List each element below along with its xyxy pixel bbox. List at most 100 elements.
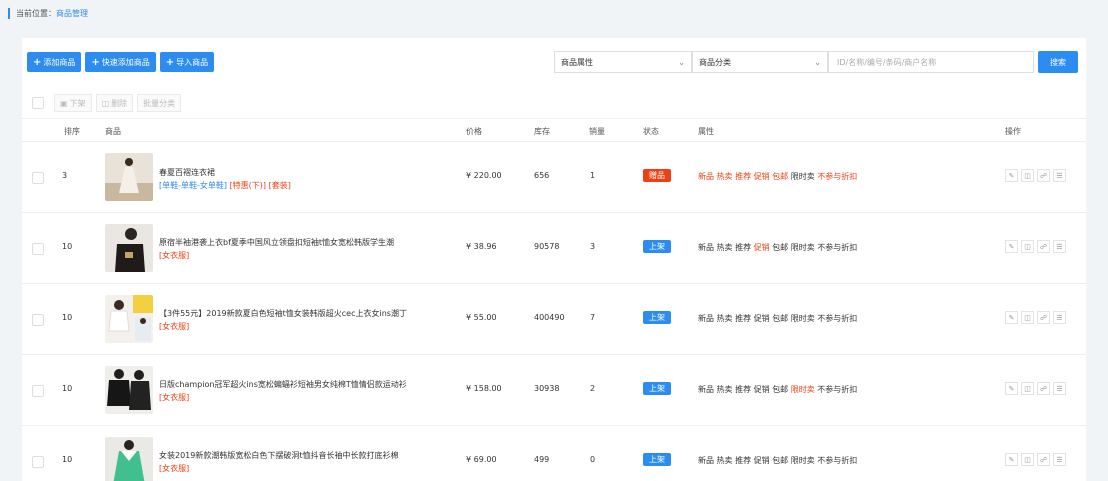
attr-flag[interactable]: 热卖 (717, 456, 733, 465)
sort-value[interactable]: 10 (62, 384, 72, 393)
trash-icon[interactable]: ◫ (1021, 311, 1034, 324)
link-icon[interactable]: ☍ (1037, 311, 1050, 324)
attr-flag[interactable]: 限时卖 (791, 172, 815, 181)
col-stock[interactable]: 库存 (534, 126, 550, 137)
attr-flag[interactable]: 包邮 (772, 172, 788, 181)
category-tag[interactable]: [套装] (269, 181, 291, 190)
col-price[interactable]: 价格 (466, 126, 482, 137)
product-name[interactable]: 女装2019新款潮韩版宽松白色下摆破洞t恤抖音长袖中长款打底衫棉 (159, 450, 399, 461)
attr-flag[interactable]: 新品 (698, 314, 714, 323)
attr-flag[interactable]: 新品 (698, 456, 714, 465)
category-tag[interactable]: [女衣服] (159, 322, 189, 331)
product-thumbnail[interactable] (105, 153, 153, 201)
status-badge[interactable]: 赠品 (643, 169, 671, 182)
menu-icon[interactable]: ☰ (1053, 311, 1066, 324)
attr-flag[interactable]: 包邮 (772, 385, 788, 394)
attr-flag[interactable]: 热卖 (717, 172, 733, 181)
sort-value[interactable]: 10 (62, 455, 72, 464)
trash-icon[interactable]: ◫ (1021, 453, 1034, 466)
col-sales[interactable]: 销量 (589, 126, 605, 137)
select-all-checkbox[interactable] (32, 97, 44, 109)
attr-flag[interactable]: 推荐 (735, 243, 751, 252)
product-name[interactable]: 原宿半袖港袭上衣bf夏季中国风立领盘扣短袖t恤女宽松韩版学生潮 (159, 237, 394, 248)
attr-flag[interactable]: 不参与折扣 (817, 385, 857, 394)
edit-icon[interactable]: ✎ (1005, 382, 1018, 395)
link-icon[interactable]: ☍ (1037, 169, 1050, 182)
attr-flag[interactable]: 包邮 (772, 314, 788, 323)
attr-flag[interactable]: 限时卖 (791, 314, 815, 323)
delete-button[interactable]: ◫ 删除 (95, 94, 134, 112)
attr-flag[interactable]: 推荐 (735, 385, 751, 394)
import-product-button[interactable]: + 导入商品 (159, 52, 215, 72)
attr-flag[interactable]: 包邮 (772, 243, 788, 252)
row-checkbox[interactable] (32, 385, 44, 397)
col-sort[interactable]: 排序 (64, 126, 80, 137)
category-select[interactable]: 商品分类 ⌄ (692, 51, 828, 73)
row-checkbox[interactable] (32, 314, 44, 326)
row-checkbox[interactable] (32, 172, 44, 184)
off-shelf-button[interactable]: ▣ 下架 (54, 94, 92, 112)
sort-value[interactable]: 10 (62, 242, 72, 251)
search-input[interactable]: ID/名称/编号/条码/商户名称 (828, 51, 1034, 73)
trash-icon[interactable]: ◫ (1021, 382, 1034, 395)
menu-icon[interactable]: ☰ (1053, 169, 1066, 182)
attr-flag[interactable]: 促销 (754, 172, 770, 181)
menu-icon[interactable]: ☰ (1053, 382, 1066, 395)
row-checkbox[interactable] (32, 243, 44, 255)
attr-flag[interactable]: 促销 (754, 456, 770, 465)
edit-icon[interactable]: ✎ (1005, 240, 1018, 253)
link-icon[interactable]: ☍ (1037, 382, 1050, 395)
edit-icon[interactable]: ✎ (1005, 311, 1018, 324)
edit-icon[interactable]: ✎ (1005, 453, 1018, 466)
product-thumbnail[interactable] (105, 366, 153, 414)
breadcrumb-current[interactable]: 商品管理 (56, 8, 88, 19)
attr-flag[interactable]: 热卖 (717, 385, 733, 394)
attr-flag[interactable]: 推荐 (735, 456, 751, 465)
attr-flag[interactable]: 不参与折扣 (817, 314, 857, 323)
category-tag[interactable]: [女衣服] (159, 393, 189, 402)
attr-flag[interactable]: 热卖 (717, 314, 733, 323)
attr-flag[interactable]: 限时卖 (791, 456, 815, 465)
link-icon[interactable]: ☍ (1037, 240, 1050, 253)
search-button[interactable]: 搜索 (1038, 51, 1078, 73)
sort-value[interactable]: 10 (62, 313, 72, 322)
status-badge[interactable]: 上架 (643, 382, 671, 395)
attr-flag[interactable]: 推荐 (735, 172, 751, 181)
menu-icon[interactable]: ☰ (1053, 240, 1066, 253)
menu-icon[interactable]: ☰ (1053, 453, 1066, 466)
attr-flag[interactable]: 推荐 (735, 314, 751, 323)
attr-flag[interactable]: 促销 (754, 243, 770, 252)
product-name[interactable]: 春夏百褶连衣裙 (159, 167, 215, 178)
category-tag[interactable]: [女衣服] (159, 464, 189, 473)
product-thumbnail[interactable] (105, 437, 153, 481)
product-name[interactable]: 【3件55元】2019新款夏白色短袖t恤女装韩版超火cec上衣女ins潮丁 (159, 308, 407, 319)
category-tag[interactable]: [特惠(下)] (230, 181, 266, 190)
attr-flag[interactable]: 热卖 (717, 243, 733, 252)
sort-value[interactable]: 3 (62, 171, 67, 180)
status-badge[interactable]: 上架 (643, 240, 671, 253)
attr-flag[interactable]: 新品 (698, 385, 714, 394)
status-badge[interactable]: 上架 (643, 311, 671, 324)
quick-add-product-button[interactable]: + 快速添加商品 (85, 52, 156, 72)
attr-flag[interactable]: 限时卖 (791, 243, 815, 252)
status-badge[interactable]: 上架 (643, 453, 671, 466)
attr-flag[interactable]: 不参与折扣 (817, 456, 857, 465)
attr-flag[interactable]: 促销 (754, 385, 770, 394)
category-tag[interactable]: [单鞋-单鞋-女单鞋] (159, 181, 227, 190)
row-checkbox[interactable] (32, 456, 44, 468)
attr-flag[interactable]: 不参与折扣 (817, 243, 857, 252)
category-tag[interactable]: [女衣服] (159, 251, 189, 260)
trash-icon[interactable]: ◫ (1021, 169, 1034, 182)
attr-flag[interactable]: 促销 (754, 314, 770, 323)
edit-icon[interactable]: ✎ (1005, 169, 1018, 182)
trash-icon[interactable]: ◫ (1021, 240, 1034, 253)
attr-flag[interactable]: 新品 (698, 172, 714, 181)
link-icon[interactable]: ☍ (1037, 453, 1050, 466)
product-thumbnail[interactable] (105, 224, 153, 272)
attr-flag[interactable]: 新品 (698, 243, 714, 252)
attribute-select[interactable]: 商品属性 ⌄ (554, 51, 692, 73)
attr-flag[interactable]: 限时卖 (791, 385, 815, 394)
product-thumbnail[interactable] (105, 295, 153, 343)
attr-flag[interactable]: 包邮 (772, 456, 788, 465)
product-name[interactable]: 日版champion冠军超火ins宽松蝙蝠衫短袖男女纯棉T恤情侣款运动衫 (159, 379, 407, 390)
